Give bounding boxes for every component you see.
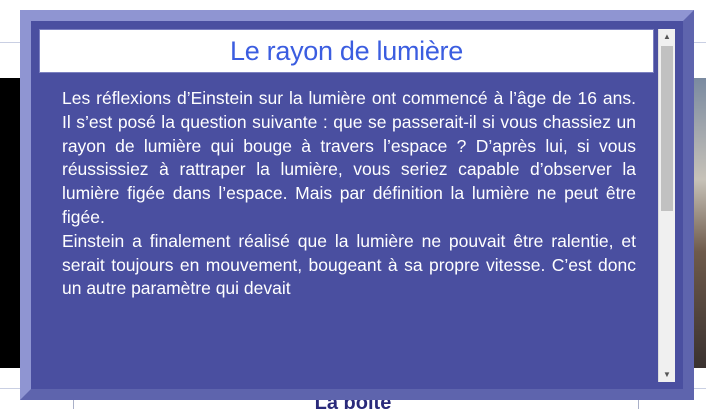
modal-content: Les réflexions d’Einstein sur la lumière… bbox=[62, 87, 636, 301]
content-paragraph: Einstein a finalement réalisé que la lum… bbox=[62, 230, 636, 299]
content-paragraph: Les réflexions d’Einstein sur la lumière… bbox=[62, 88, 636, 227]
modal-title: Le rayon de lumière bbox=[230, 35, 463, 66]
modal-dialog: Le rayon de lumière Les réflexions d’Ein… bbox=[20, 10, 694, 400]
modal-title-bar: Le rayon de lumière bbox=[39, 29, 654, 73]
modal-body: Le rayon de lumière Les réflexions d’Ein… bbox=[39, 29, 675, 383]
scroll-up-arrow-icon[interactable]: ▲ bbox=[659, 29, 675, 44]
vertical-scrollbar[interactable]: ▲ ▼ bbox=[658, 29, 675, 382]
background-tick-right bbox=[638, 399, 639, 409]
scroll-down-arrow-icon[interactable]: ▼ bbox=[659, 367, 675, 382]
background-tick-left bbox=[73, 399, 74, 409]
scroll-thumb[interactable] bbox=[661, 46, 673, 211]
